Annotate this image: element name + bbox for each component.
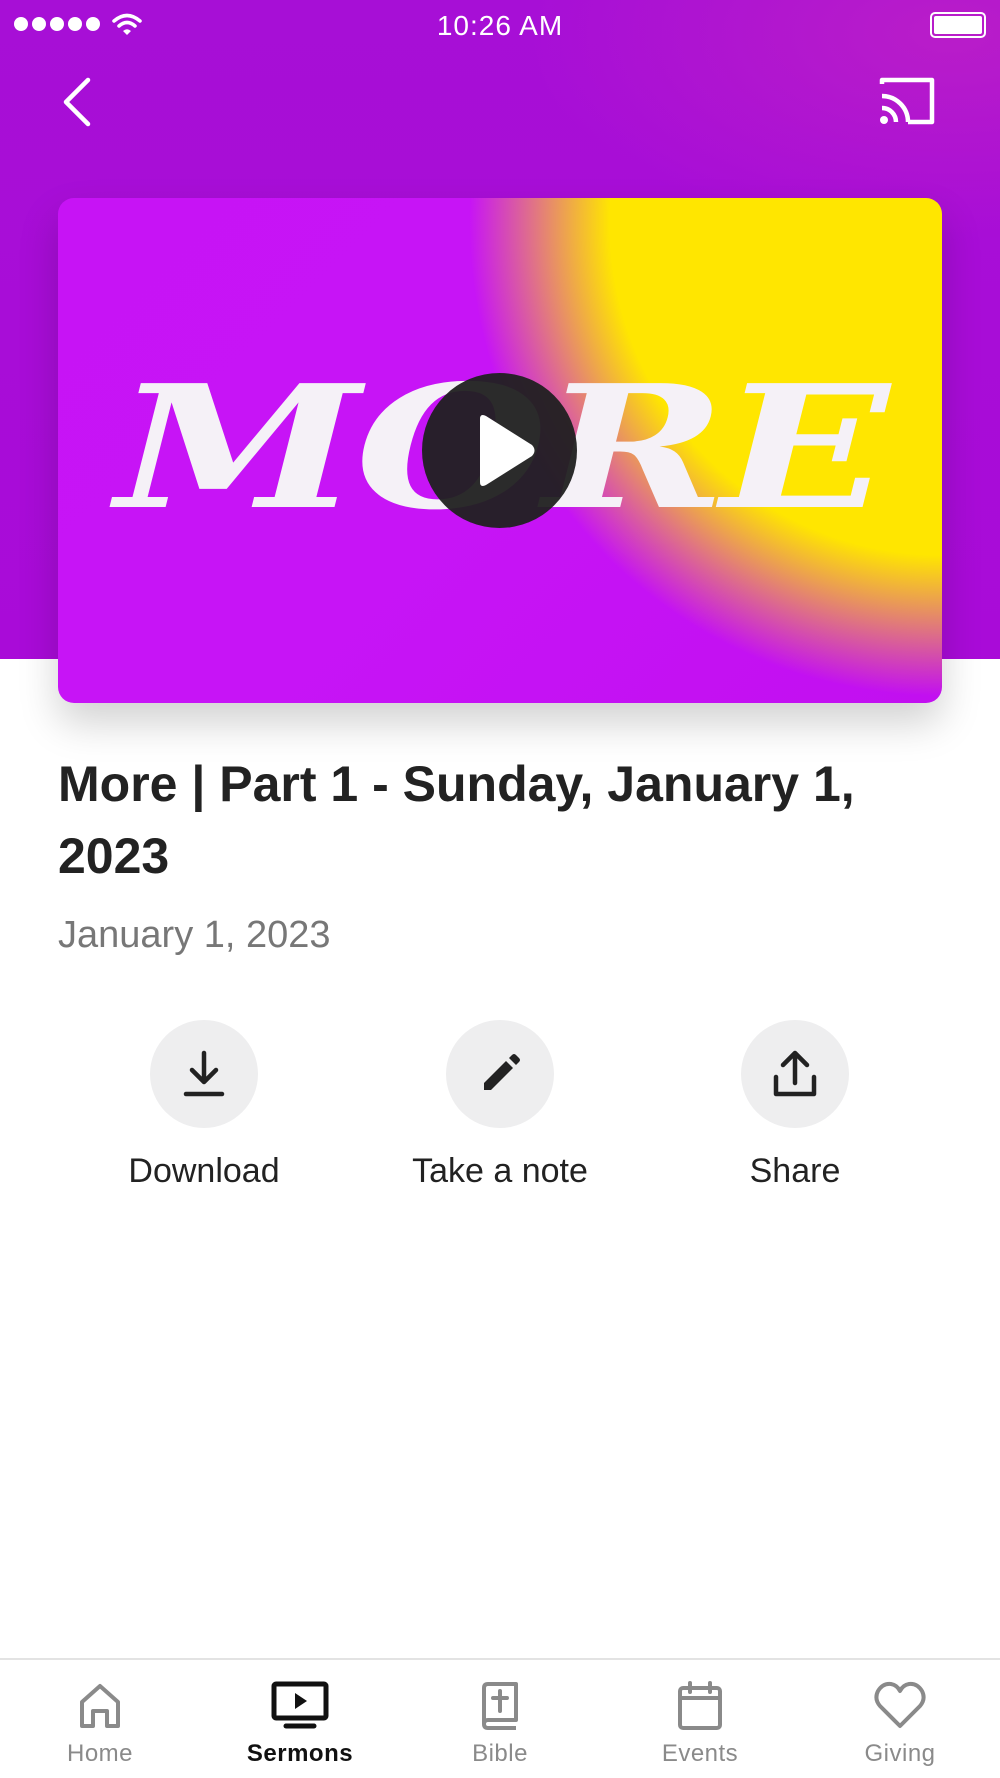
tab-giving[interactable]: Giving xyxy=(800,1660,1000,1778)
heart-icon xyxy=(874,1681,926,1728)
share-label: Share xyxy=(749,1152,841,1190)
download-label: Download xyxy=(128,1152,280,1190)
play-button[interactable] xyxy=(422,373,577,528)
tab-bible[interactable]: Bible xyxy=(400,1660,600,1778)
bible-icon xyxy=(482,1682,518,1730)
status-time: 10:26 AM xyxy=(436,10,564,41)
tab-home[interactable]: Home xyxy=(0,1660,200,1778)
tab-events-label: Events xyxy=(661,1740,739,1767)
tab-sermons[interactable]: Sermons xyxy=(200,1660,400,1778)
take-note-label: Take a note xyxy=(412,1152,588,1190)
download-button[interactable]: Download xyxy=(84,1020,324,1191)
back-button[interactable] xyxy=(58,74,98,130)
share-circle xyxy=(741,1020,849,1128)
pencil-icon xyxy=(484,1054,520,1090)
tab-bible-label: Bible xyxy=(472,1740,528,1767)
calendar-icon xyxy=(678,1681,722,1730)
take-note-circle xyxy=(446,1020,554,1128)
home-icon xyxy=(80,1684,120,1728)
tab-giving-label: Giving xyxy=(864,1740,936,1767)
cast-icon xyxy=(879,77,935,125)
sermon-date: January 1, 2023 xyxy=(58,914,331,956)
chevron-left-icon xyxy=(63,77,91,127)
download-circle xyxy=(150,1020,258,1128)
tab-home-label: Home xyxy=(66,1740,134,1767)
take-note-button[interactable]: Take a note xyxy=(380,1020,620,1191)
sermon-artwork: MORE xyxy=(58,198,942,703)
tab-bar: Home Sermons Bible Events Giving xyxy=(0,1658,1000,1778)
download-icon xyxy=(183,1050,225,1097)
play-icon xyxy=(480,415,535,486)
tab-sermons-label: Sermons xyxy=(246,1740,354,1767)
tv-play-icon xyxy=(271,1681,329,1729)
share-icon xyxy=(773,1050,817,1097)
cast-button[interactable] xyxy=(878,76,938,128)
tab-events[interactable]: Events xyxy=(600,1660,800,1778)
battery-icon xyxy=(930,12,986,38)
share-button[interactable]: Share xyxy=(675,1020,915,1191)
status-bar: 10:26 AM xyxy=(0,0,1000,50)
sermon-title: More | Part 1 - Sunday, January 1, 2023 xyxy=(58,756,855,884)
